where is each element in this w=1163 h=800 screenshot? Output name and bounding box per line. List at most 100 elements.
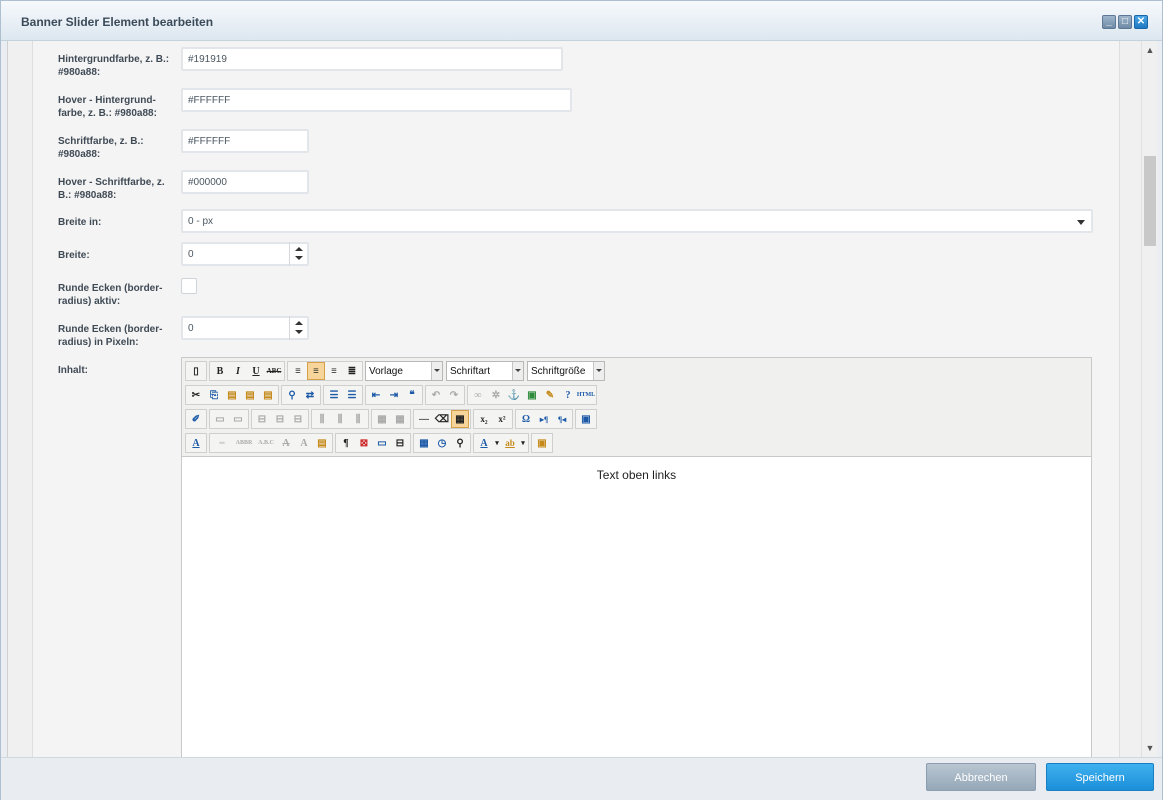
align-left-icon[interactable]: ≡ — [289, 362, 307, 380]
redo-icon[interactable]: ↷ — [445, 386, 463, 404]
ltr-icon[interactable]: ▸¶ — [535, 410, 553, 428]
font-dropdown-value: Schriftart — [450, 365, 491, 377]
indent-icon[interactable]: ⇥ — [385, 386, 403, 404]
link-icon[interactable]: ∞ — [469, 386, 487, 404]
page-break-icon[interactable]: ⊟ — [391, 434, 409, 452]
underline-icon[interactable]: U — [247, 362, 265, 380]
font-dropdown[interactable]: Schriftart — [446, 361, 524, 381]
abbr-icon[interactable]: ABBR — [233, 434, 255, 452]
cite-icon[interactable]: «» — [211, 434, 233, 452]
vertical-scrollbar[interactable]: ▲ ▼ — [1141, 41, 1157, 757]
save-button[interactable]: Speichern — [1046, 763, 1154, 791]
rounded-px-spin-buttons[interactable] — [289, 316, 307, 340]
numbered-list-icon[interactable]: ☰ — [343, 386, 361, 404]
html-source-icon[interactable]: HTML — [577, 386, 595, 404]
row-props-icon[interactable]: ▭ — [211, 410, 229, 428]
cell-props-icon[interactable]: ▭ — [229, 410, 247, 428]
attributes-icon[interactable]: ▤ — [313, 434, 331, 452]
horizontal-rule-icon[interactable]: — — [415, 410, 433, 428]
rounded-px-stepper[interactable]: 0 — [181, 316, 309, 340]
undo-icon[interactable]: ↶ — [427, 386, 445, 404]
font-color-icon[interactable]: A — [475, 434, 493, 452]
paste-word-icon[interactable]: ▤ — [259, 386, 277, 404]
blockquote-icon[interactable]: ❝ — [403, 386, 421, 404]
font-color-label: Schriftfarbe, z. B.: #980a88: — [58, 136, 144, 160]
rounded-active-checkbox[interactable] — [181, 278, 197, 294]
arrow-down-icon — [295, 256, 303, 260]
align-center-icon[interactable]: ≡ — [307, 362, 325, 380]
del-icon[interactable]: A — [277, 434, 295, 452]
anchor-icon[interactable]: ⚓ — [505, 386, 523, 404]
edit-icon[interactable]: ✐ — [187, 410, 205, 428]
bold-icon[interactable]: B — [211, 362, 229, 380]
image-icon[interactable]: ▣ — [523, 386, 541, 404]
preview-icon[interactable]: ⚲ — [451, 434, 469, 452]
copy-icon[interactable]: ⎘ — [205, 386, 223, 404]
delete-col-icon[interactable]: ⫼ — [349, 410, 367, 428]
paste-text-icon[interactable]: ▤ — [241, 386, 259, 404]
insert-row-after-icon[interactable]: ⊟ — [271, 410, 289, 428]
cut-icon[interactable]: ✂ — [187, 386, 205, 404]
highlight-icon[interactable]: ab — [501, 434, 519, 452]
minimize-button[interactable]: _ — [1102, 15, 1116, 29]
acronym-icon[interactable]: A.B.C — [255, 434, 277, 452]
bullet-list-icon[interactable]: ☰ — [325, 386, 343, 404]
new-document-icon[interactable]: ▯ — [187, 362, 205, 380]
width-unit-select[interactable]: 0 - px — [181, 209, 1093, 233]
scroll-up-icon[interactable]: ▲ — [1142, 43, 1158, 57]
find-icon[interactable]: ⚲ — [283, 386, 301, 404]
width-spin-buttons[interactable] — [289, 242, 307, 266]
maximize-button[interactable]: □ — [1118, 15, 1132, 29]
scroll-down-icon[interactable]: ▼ — [1142, 741, 1158, 755]
special-char-icon[interactable]: Ω — [517, 410, 535, 428]
split-cells-icon[interactable]: ▦ — [373, 410, 391, 428]
help-icon[interactable]: ? — [559, 386, 577, 404]
rtl-icon[interactable]: ¶◂ — [553, 410, 571, 428]
chevron-down-icon[interactable]: ▾ — [493, 434, 501, 452]
subscript-icon[interactable]: x₂ — [475, 410, 493, 428]
cleanup-icon[interactable]: ✎ — [541, 386, 559, 404]
form-content: Hintergrundfarbe, z. B.: #980a88: #19191… — [7, 41, 1141, 757]
unlink-icon[interactable]: ✲ — [487, 386, 505, 404]
delete-row-icon[interactable]: ⊟ — [289, 410, 307, 428]
insert-col-after-icon[interactable]: ⫼ — [331, 410, 349, 428]
align-justify-icon[interactable]: ≣ — [343, 362, 361, 380]
width-stepper[interactable]: 0 — [181, 242, 309, 266]
ins-icon[interactable]: A — [295, 434, 313, 452]
hover-font-color-input[interactable]: #000000 — [181, 170, 309, 194]
close-button[interactable]: ✕ — [1134, 15, 1148, 29]
cancel-button[interactable]: Abbrechen — [926, 763, 1036, 791]
font-color-input[interactable]: #FFFFFF — [181, 129, 309, 153]
strikethrough-icon[interactable]: ABC — [265, 362, 283, 380]
hover-bg-color-input[interactable]: #FFFFFF — [181, 88, 572, 112]
insert-col-before-icon[interactable]: ⫼ — [313, 410, 331, 428]
table-icon[interactable]: ▦ — [451, 410, 469, 428]
chevron-down-icon[interactable]: ▾ — [519, 434, 527, 452]
merge-cells-icon[interactable]: ▦ — [391, 410, 409, 428]
size-dropdown[interactable]: Schriftgröße — [527, 361, 605, 381]
italic-icon[interactable]: I — [229, 362, 247, 380]
paste-icon[interactable]: ▤ — [223, 386, 241, 404]
layer-icon[interactable]: ▭ — [373, 434, 391, 452]
insert-row-before-icon[interactable]: ⊟ — [253, 410, 271, 428]
date-icon[interactable]: ▦ — [415, 434, 433, 452]
no-break-icon[interactable]: ⊠ — [355, 434, 373, 452]
scroll-thumb[interactable] — [1144, 156, 1156, 246]
time-icon[interactable]: ◷ — [433, 434, 451, 452]
align-right-icon[interactable]: ≡ — [325, 362, 343, 380]
format-dropdown[interactable]: Vorlage — [365, 361, 443, 381]
replace-icon[interactable]: ⇄ — [301, 386, 319, 404]
editor-content-area[interactable]: Text oben links — [182, 458, 1091, 757]
width-unit-value: 0 - px — [188, 216, 214, 227]
pilcrow-icon[interactable]: ¶ — [337, 434, 355, 452]
fullscreen-icon[interactable]: ▣ — [577, 410, 595, 428]
outdent-icon[interactable]: ⇤ — [367, 386, 385, 404]
styles-icon[interactable]: A — [187, 434, 205, 452]
size-dropdown-value: Schriftgröße — [531, 365, 586, 377]
remove-format-icon[interactable]: ⌫ — [433, 410, 451, 428]
template-icon[interactable]: ▣ — [533, 434, 551, 452]
chevron-down-icon — [1077, 220, 1085, 225]
bg-color-input[interactable]: #191919 — [181, 47, 563, 71]
hover-bg-color-label: Hover - Hintergrund-farbe, z. B.: #980a8… — [58, 95, 157, 119]
superscript-icon[interactable]: x² — [493, 410, 511, 428]
